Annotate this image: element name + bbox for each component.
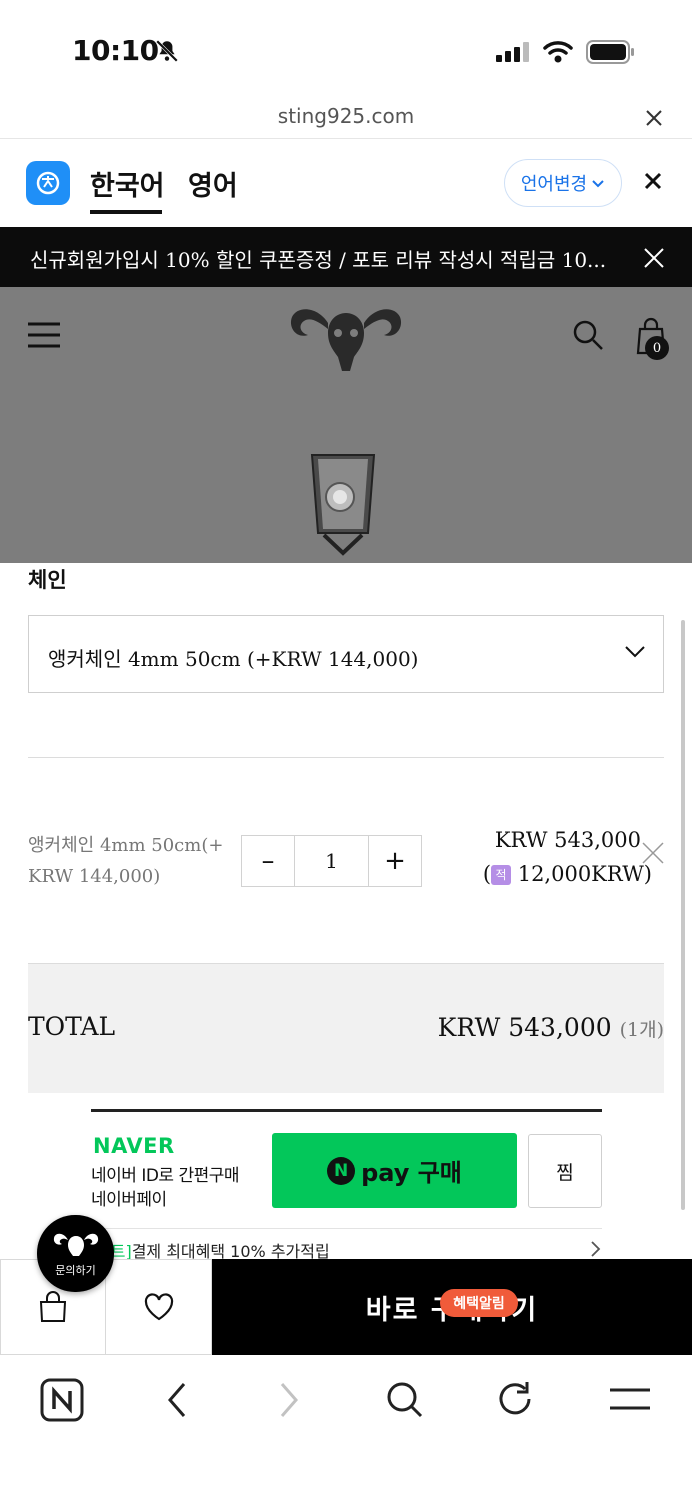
points-amount: 12,000KRW) [517,862,652,886]
inquiry-button[interactable]: 문의하기 [37,1215,114,1292]
cellular-signal-icon [496,42,532,66]
refresh-icon[interactable] [497,1378,537,1422]
naverpay-buy-label: pay 구매 [361,1159,462,1187]
change-language-button[interactable]: 언어변경 [504,159,622,207]
status-time: 10:10 [72,34,159,67]
naverpay-wish-button[interactable]: 찜 [528,1134,602,1208]
divider [0,138,692,139]
points-badge-icon: 적 [491,865,512,885]
naverpay-divider [91,1109,602,1112]
naver-home-icon[interactable] [40,1378,84,1422]
quantity-stepper: – 1 + [241,835,422,887]
selected-item-name: 앵커체인 4mm 50cm(+ KRW 144,000) [28,835,224,887]
quantity-decrement-button[interactable]: – [242,836,294,886]
close-banner-icon[interactable] [642,246,666,274]
wishlist-button[interactable] [106,1259,212,1355]
promo-banner-text[interactable]: 신규회원가입시 10% 할인 쿠폰증정 / 포토 리뷰 작성시 적립금 10..… [30,244,610,273]
naverpay-description: 네이버 ID로 간편구매 [91,1166,240,1186]
naverpay-buy-button[interactable]: N pay 구매 [272,1133,517,1208]
tab-english[interactable]: 영어 [188,164,238,203]
cart-count-badge: 0 [645,336,669,360]
quantity-increment-button[interactable]: + [369,836,421,886]
naverpay-subtitle: 네이버페이 [91,1190,167,1210]
total-price: KRW 543,000 [437,1013,612,1042]
hamburger-menu-icon[interactable] [26,321,62,349]
close-tab-icon[interactable] [644,106,664,134]
total-amount: KRW 543,000 (1개) [330,1013,664,1042]
points-open-paren: ( [482,862,492,886]
remove-item-icon[interactable] [640,840,666,870]
forward-arrow-icon[interactable] [276,1378,304,1422]
wifi-icon [543,40,573,68]
ram-skull-logo-icon[interactable] [288,293,404,375]
product-image-area: 0 [0,287,692,563]
pendant-image [310,454,376,556]
translate-logo-icon [26,161,70,205]
bell-off-icon [154,38,180,68]
total-label: TOTAL [28,1012,116,1041]
naverpay-n-icon: N [327,1156,356,1185]
heart-icon [144,1293,173,1321]
url-display[interactable]: sting925.com [0,104,692,128]
selected-item-price: KRW 543,000 [494,828,641,852]
option-label: 체인 [28,568,67,592]
battery-icon [586,40,636,68]
option-selected-value: 앵커체인 4mm 50cm (+KRW 144,000) [48,647,419,671]
quantity-input[interactable]: 1 [294,836,369,886]
search-icon[interactable] [384,1378,424,1422]
close-translate-icon[interactable] [643,168,663,198]
total-count: (1개) [619,1019,664,1041]
inquiry-label: 문의하기 [55,1263,96,1277]
scrollbar[interactable] [681,620,685,1210]
back-arrow-icon[interactable] [162,1378,190,1422]
chevron-down-icon [624,644,646,664]
browser-toolbar [0,1355,692,1500]
naver-logo: NAVER [93,1134,175,1158]
divider [91,1228,602,1229]
tab-korean[interactable]: 한국어 [90,164,165,203]
shopping-bag-icon [39,1291,67,1322]
benefit-alert-badge[interactable]: 혜택알림 [440,1289,518,1317]
search-icon[interactable] [572,319,604,351]
menu-icon[interactable] [608,1378,652,1422]
ram-skull-icon [53,1233,98,1256]
selected-item-points: (적 12,000KRW) [430,862,652,886]
divider [28,757,664,758]
change-language-label: 언어변경 [520,174,588,195]
active-tab-indicator [90,210,162,214]
chevron-down-icon [591,173,605,194]
